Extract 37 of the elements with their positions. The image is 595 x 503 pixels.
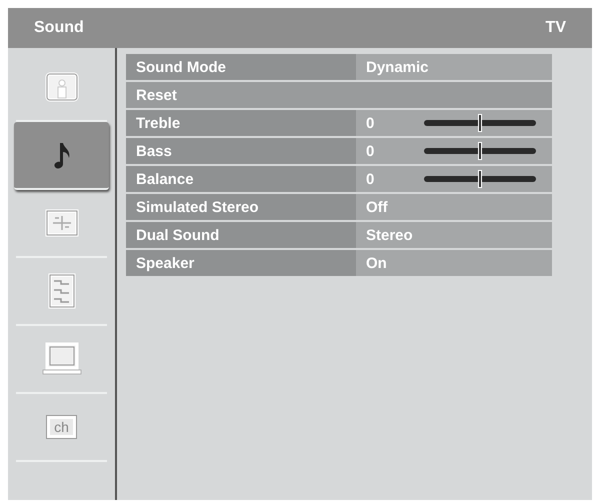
grid-icon [44,209,78,237]
menu-row[interactable]: Bass 0 [126,138,552,164]
person-icon [44,72,78,102]
slider-track[interactable] [424,142,536,160]
setting-label: Speaker [136,254,194,272]
menu-title: Sound [34,19,84,37]
slider-thumb[interactable] [478,114,482,132]
menu-row[interactable]: Simulated Stereo Off [126,194,552,220]
setting-label: Dual Sound [136,226,220,244]
slider-track[interactable] [424,170,536,188]
setting-value: On [366,254,388,272]
slider-thumb[interactable] [478,170,482,188]
setting-value: 0 [366,170,376,188]
setting-label: Reset [136,86,177,104]
menu-row[interactable]: Dual Sound Stereo [126,222,552,248]
menu-row[interactable]: Reset [126,82,552,108]
menu-row[interactable]: Treble 0 [126,110,552,136]
menu-row[interactable]: Speaker On [126,250,552,276]
slider-track[interactable] [424,114,536,132]
setting-label: Sound Mode [136,58,226,76]
setting-label: Balance [136,170,194,188]
source-label: TV [546,19,566,37]
setting-value: Stereo [366,226,414,244]
setting-value: 0 [366,142,376,160]
setting-value: Off [366,198,389,216]
monitor-icon [42,342,82,376]
setting-label: Treble [136,114,180,132]
setting-label: Simulated Stereo [136,198,259,216]
slider-thumb[interactable] [478,142,482,160]
menu-row[interactable]: Balance 0 [126,166,552,192]
channel-icon: ch [47,416,76,438]
menu-tab[interactable]: ch [16,394,107,462]
setting-label: Bass [136,142,172,160]
setting-value: 0 [366,114,376,132]
menu-tab[interactable] [14,122,109,190]
menu-row[interactable]: Sound Mode Dynamic [126,54,552,80]
list-icon [48,273,76,309]
